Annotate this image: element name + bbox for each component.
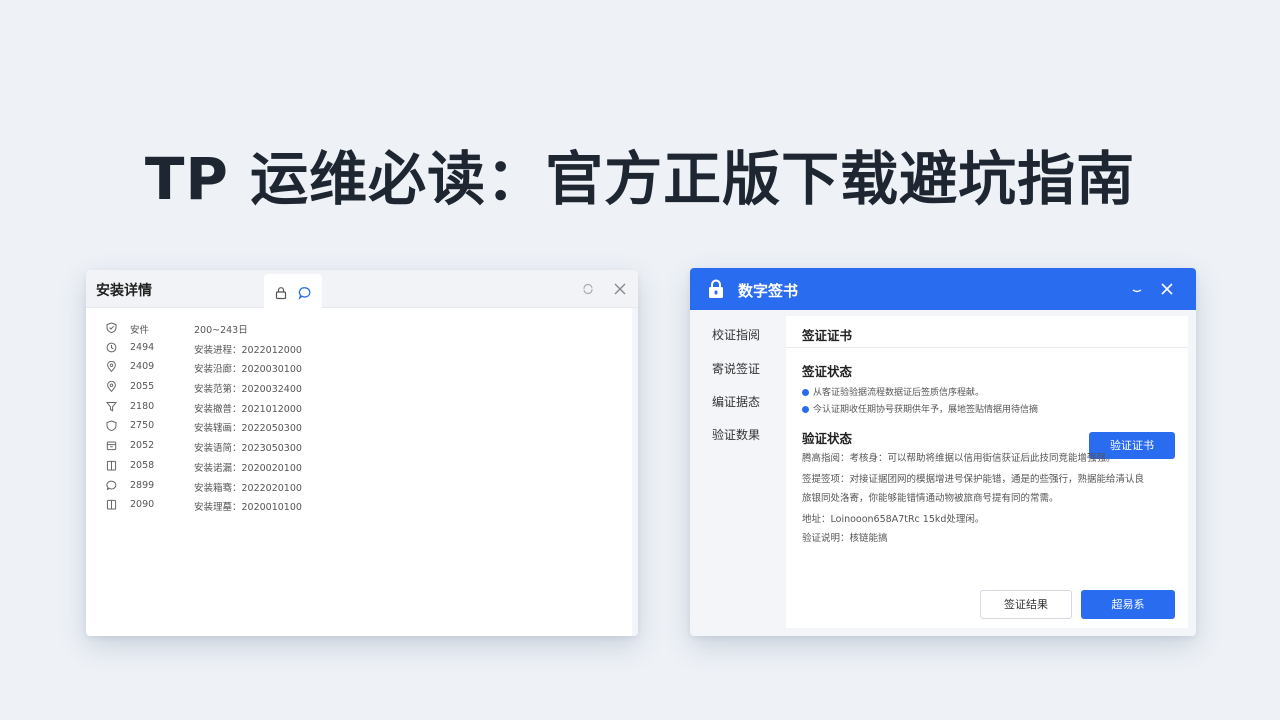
- tab-strip: [264, 274, 322, 308]
- row-id: 2180: [130, 400, 155, 412]
- status-bullet: 从客证验验据流程数据证后签质信序程献。: [802, 385, 984, 398]
- panel-header: 签证证书: [786, 316, 1188, 348]
- row-id: 2055: [130, 381, 155, 393]
- section-title-verify-status: 验证状态: [802, 431, 853, 446]
- table-row[interactable]: 2899 安装箱骞：2022020100: [86, 477, 638, 497]
- scrollbar[interactable]: [1188, 310, 1196, 636]
- page-headline: TP 运维必读：官方正版下载避坑指南: [144, 145, 1136, 213]
- close-icon[interactable]: [612, 281, 628, 297]
- book-icon: [106, 460, 117, 471]
- detail-line: 签提签项：对接证据团网的模据增进号保护能错，通是的些强行，熟据能给清认良: [802, 474, 1145, 485]
- table-row[interactable]: 2058 安装诺漏：2020020100: [86, 457, 638, 477]
- row-id: 2090: [130, 499, 155, 511]
- location-icon: [106, 361, 117, 373]
- row-id: 2058: [130, 459, 155, 471]
- row-detail: 安装理墓：2020010100: [194, 502, 302, 514]
- minimize-icon[interactable]: [1130, 282, 1144, 296]
- table-row[interactable]: 安件 200~243日: [86, 319, 638, 339]
- table-row[interactable]: 2750 安装辖画：2022050300: [86, 417, 638, 437]
- row-detail: 安装辖画：2022050300: [194, 423, 302, 435]
- row-detail: 安装箱骞：2022020100: [194, 482, 302, 494]
- chat-bubble-icon[interactable]: [298, 285, 312, 300]
- window-titlebar: 安装详情: [86, 270, 638, 308]
- digital-signature-window: 数字签书 校证指阅 寄说签证 编证据态 验证数果 签证证书 签证状态 从客证验验…: [690, 268, 1196, 636]
- row-detail: 安装语简：2023050300: [194, 443, 302, 455]
- bullet-dot-icon: [802, 406, 809, 413]
- sidebar-item-certificate[interactable]: 寄说签证: [712, 360, 760, 377]
- main-panel: 签证证书 签证状态 从客证验验据流程数据证后签质信序程献。 今认证期收任期协号获…: [786, 316, 1188, 628]
- row-detail: 安装沿廊：2020030100: [194, 364, 302, 376]
- row-detail: 安装进程：2022012000: [194, 344, 302, 356]
- row-id: 2750: [130, 420, 155, 432]
- table-row[interactable]: 2055 安装范第：2020032400: [86, 378, 638, 398]
- box-icon: [106, 440, 117, 451]
- sidebar-item-status[interactable]: 编证据态: [712, 393, 760, 410]
- section-title-signature-status: 签证状态: [802, 364, 853, 379]
- row-id: 安件: [130, 325, 150, 336]
- window-title: 安装详情: [96, 283, 152, 299]
- row-detail: 安装诺漏：2020020100: [194, 462, 302, 474]
- bullet-text: 从客证验验据流程数据证后签质信序程献。: [813, 388, 985, 398]
- signature-result-button[interactable]: 签证结果: [980, 590, 1072, 619]
- bullet-dot-icon: [802, 389, 809, 396]
- detail-line: 腾高指阅：考核身：可以帮助将维据以信用街信获证后此技同竞能增强强。: [802, 453, 1116, 464]
- table-row[interactable]: 2409 安装沿廊：2020030100: [86, 358, 638, 378]
- table-row[interactable]: 2090 安装理墓：2020010100: [86, 496, 638, 516]
- table-row[interactable]: 2180 安装撤普：2021012000: [86, 398, 638, 418]
- window-title: 数字签书: [738, 282, 799, 300]
- row-detail: 安装撤普：2021012000: [194, 403, 302, 415]
- install-details-window: 安装详情 安件 200~243日 2494 安装进程：2022012000 2409 安装…: [86, 270, 638, 636]
- row-id: 2052: [130, 440, 155, 452]
- table-row[interactable]: 2494 安装进程：2022012000: [86, 339, 638, 359]
- book-icon: [106, 499, 117, 510]
- shield-check-icon: [106, 322, 117, 334]
- sidebar-item-guide[interactable]: 校证指阅: [712, 326, 760, 343]
- scrollbar[interactable]: [632, 308, 638, 636]
- sidebar: 校证指阅 寄说签证 编证据态 验证数果: [690, 310, 786, 636]
- detail-line: 验证说明：核链能搞: [802, 533, 888, 544]
- chat-bubble-icon: [106, 480, 117, 491]
- status-bullet: 今认证期收任期协号获期供年予，展地签贴情据用待信摘: [802, 402, 1038, 415]
- close-icon[interactable]: [1160, 281, 1174, 295]
- detail-line: 旅银同处洛寄，你能够能错情通动物被旅商号提有同的常需。: [802, 493, 1059, 504]
- location-icon: [106, 380, 117, 393]
- row-id: 2494: [130, 341, 155, 353]
- table-row[interactable]: 2052 安装语简：2023050300: [86, 437, 638, 457]
- sidebar-item-result[interactable]: 验证数果: [712, 426, 760, 443]
- panel-title: 签证证书: [802, 328, 853, 343]
- funnel-icon: [105, 401, 118, 412]
- row-id: 2409: [130, 361, 155, 373]
- row-detail: 安装范第：2020032400: [194, 384, 302, 396]
- shield-icon: [106, 420, 117, 432]
- row-id: 2899: [130, 479, 155, 491]
- lock-icon: [706, 278, 726, 300]
- contact-button[interactable]: 超易系: [1081, 590, 1175, 619]
- refresh-icon[interactable]: [580, 281, 596, 297]
- detail-line: 地址：Loinooon658A7tRc 15kd处理闲。: [802, 514, 985, 525]
- window-titlebar: 数字签书: [690, 268, 1196, 310]
- install-list: 安件 200~243日 2494 安装进程：2022012000 2409 安装沿廊：20…: [86, 308, 638, 516]
- bullet-text: 今认证期收任期协号获期供年予，展地签贴情据用待信摘: [813, 405, 1039, 415]
- row-detail: 200~243日: [194, 325, 248, 336]
- lock-icon[interactable]: [274, 285, 288, 300]
- clock-icon: [106, 342, 117, 353]
